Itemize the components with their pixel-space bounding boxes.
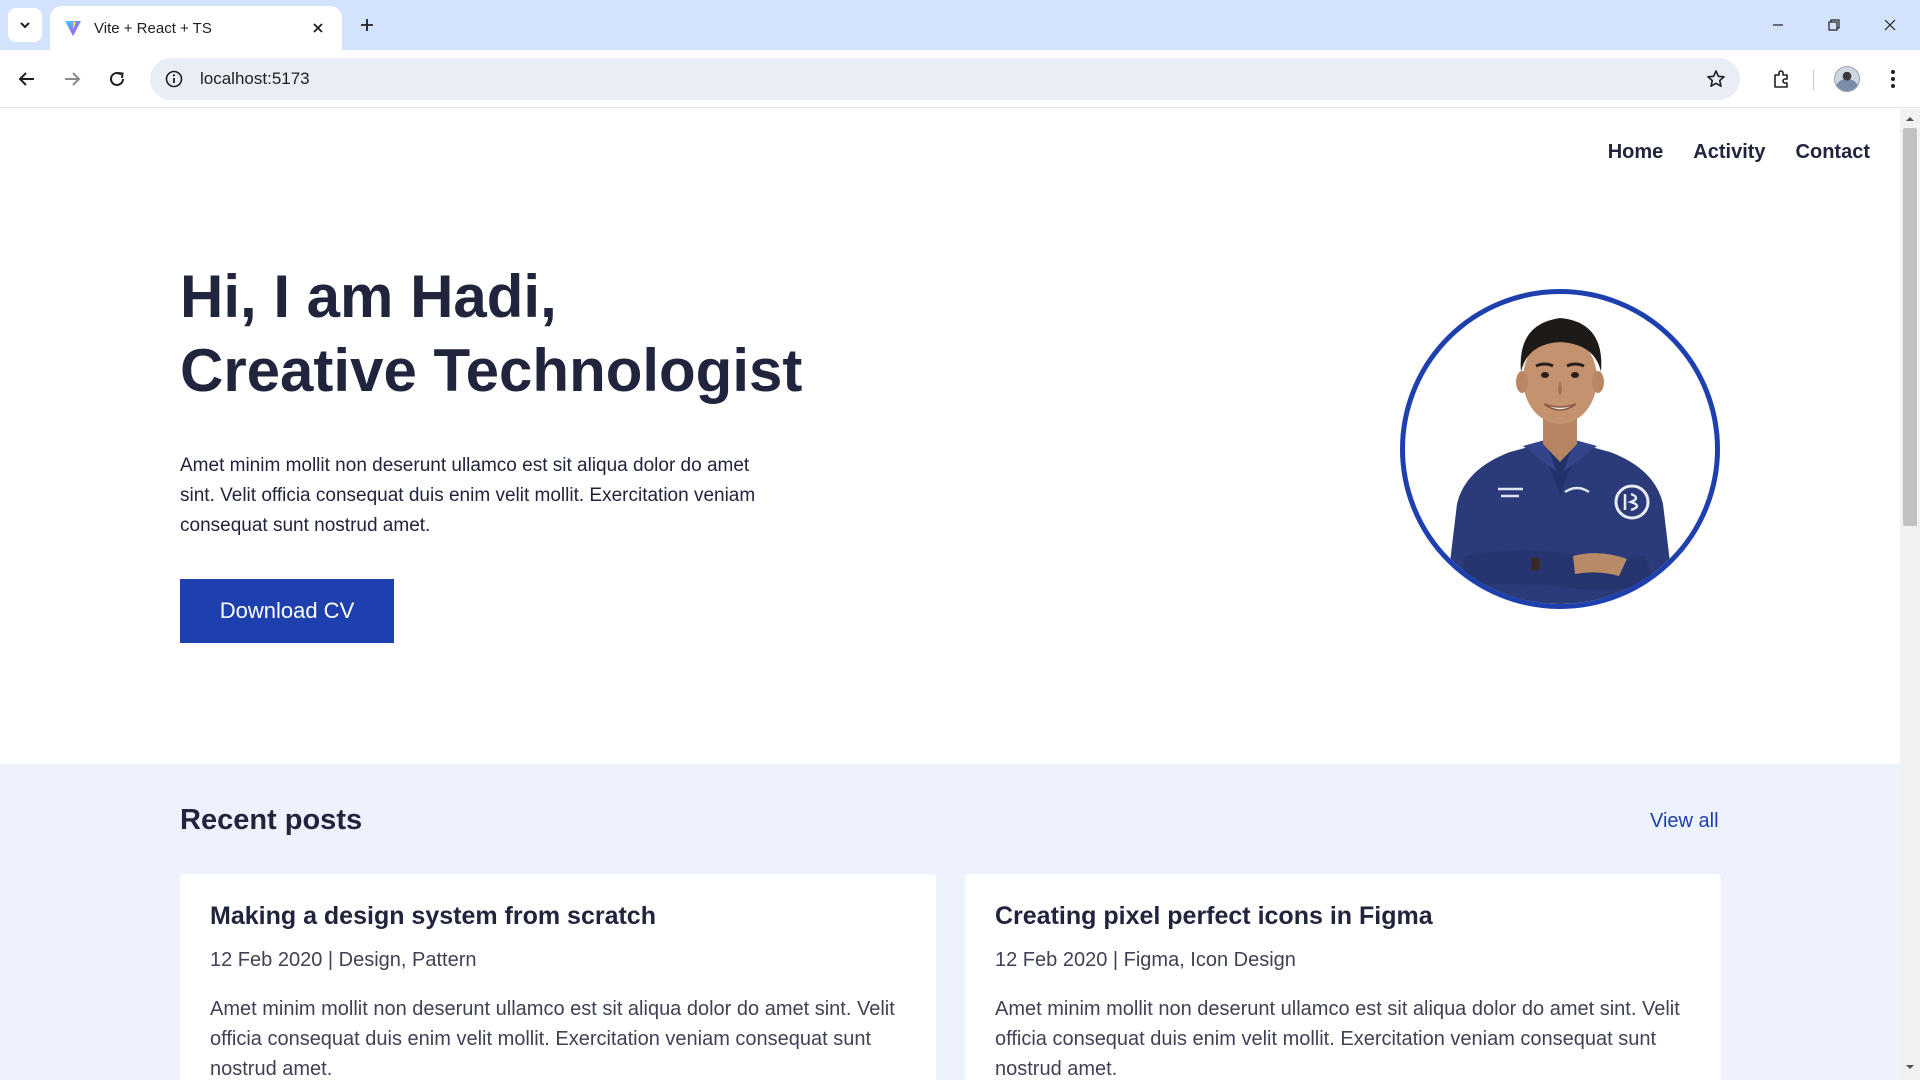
restore-button[interactable] (1806, 0, 1862, 50)
vite-logo-icon (65, 21, 81, 36)
scroll-up-arrow-icon[interactable] (1903, 114, 1917, 124)
arrow-right-icon (65, 72, 81, 86)
view-all-link[interactable]: View all (1650, 810, 1719, 833)
browser-tab-active[interactable]: Vite + React + TS (50, 6, 342, 50)
nav-contact-link[interactable]: Contact (1796, 141, 1870, 164)
hero-heading-line2: Creative Technologist (180, 337, 803, 404)
tab-title: Vite + React + TS (94, 19, 212, 37)
more-vertical-icon (1891, 70, 1895, 88)
info-icon (165, 70, 183, 88)
minimize-button[interactable] (1750, 0, 1806, 50)
extensions-button[interactable] (1763, 61, 1799, 97)
back-button[interactable] (9, 61, 45, 97)
close-icon (1884, 19, 1896, 31)
scroll-down-arrow-icon[interactable] (1903, 1062, 1917, 1072)
scrollbar-thumb[interactable] (1903, 128, 1917, 526)
browser-menu-button[interactable] (1875, 61, 1911, 97)
minimize-icon (1773, 24, 1783, 26)
profile-photo (1400, 289, 1720, 609)
reload-button[interactable] (99, 61, 135, 97)
restore-icon (1828, 19, 1840, 31)
nav-activity-link[interactable]: Activity (1693, 141, 1765, 164)
new-tab-button[interactable] (352, 10, 382, 40)
hero-heading-line1: Hi, I am Hadi, (180, 263, 557, 330)
hero-heading: Hi, I am Hadi, Creative Technologist (180, 260, 980, 408)
bookmark-button[interactable] (1698, 61, 1734, 97)
post-title[interactable]: Making a design system from scratch (210, 902, 906, 931)
forward-button[interactable] (54, 61, 90, 97)
nav-home-link[interactable]: Home (1608, 141, 1664, 164)
download-cv-button[interactable]: Download CV (180, 579, 394, 643)
close-window-button[interactable] (1862, 0, 1918, 50)
profile-button[interactable] (1829, 61, 1865, 97)
post-excerpt: Amet minim mollit non deserunt ullamco e… (210, 998, 895, 1080)
post-excerpt: Amet minim mollit non deserunt ullamco e… (995, 998, 1680, 1080)
browser-tab-bar: Vite + React + TS (0, 0, 1920, 50)
toolbar-separator (1813, 70, 1814, 90)
browser-toolbar: localhost:5173 (0, 50, 1920, 108)
person-portrait-icon (1445, 318, 1675, 604)
reload-icon (110, 71, 124, 86)
star-icon (1707, 70, 1725, 87)
post-title[interactable]: Creating pixel perfect icons in Figma (995, 902, 1691, 931)
plus-icon (361, 19, 373, 31)
hero-description: Amet minim mollit non deserunt ullamco e… (180, 455, 756, 536)
address-bar[interactable]: localhost:5173 (150, 58, 1740, 100)
chevron-down-icon (20, 22, 30, 29)
post-card[interactable]: Making a design system from scratch 12 F… (180, 874, 936, 1080)
post-meta: 12 Feb 2020 | Design, Pattern (210, 949, 477, 971)
tab-close-button[interactable] (306, 16, 330, 40)
page-viewport: Home Activity Contact Hi, I am Hadi, Cre… (0, 109, 1900, 1080)
post-card[interactable]: Creating pixel perfect icons in Figma 12… (965, 874, 1721, 1080)
address-url[interactable]: localhost:5173 (200, 69, 1698, 89)
arrow-left-icon (18, 72, 34, 86)
site-nav: Home Activity Contact (1608, 141, 1870, 164)
recent-posts-title: Recent posts (180, 804, 363, 836)
profile-avatar (1834, 66, 1860, 92)
site-info-button[interactable] (162, 67, 186, 91)
close-icon (313, 23, 323, 33)
post-meta: 12 Feb 2020 | Figma, Icon Design (995, 949, 1296, 971)
recent-posts-section: Recent posts View all Making a design sy… (0, 764, 1900, 1080)
puzzle-icon (1774, 70, 1788, 88)
tab-search-button[interactable] (8, 8, 42, 42)
